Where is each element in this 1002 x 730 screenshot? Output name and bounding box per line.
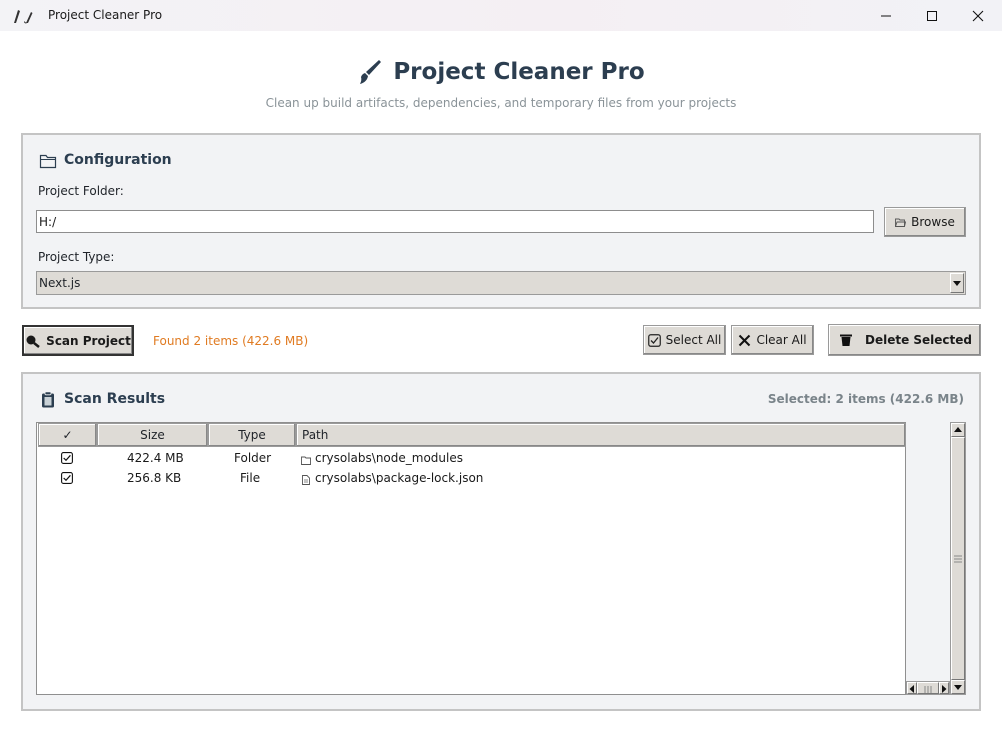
arrow-right-icon bbox=[942, 685, 947, 693]
minimize-button[interactable] bbox=[863, 0, 909, 31]
dropdown-arrow-button[interactable] bbox=[950, 273, 964, 293]
chevron-down-icon bbox=[953, 281, 961, 286]
project-type-value: Next.js bbox=[39, 276, 81, 290]
browse-label: Browse bbox=[911, 215, 955, 229]
scan-project-label: Scan Project bbox=[46, 333, 131, 348]
delete-selected-button[interactable]: Delete Selected bbox=[828, 324, 981, 356]
column-header-path[interactable]: Path bbox=[296, 423, 906, 447]
scan-status-text: Found 2 items (422.6 MB) bbox=[153, 334, 309, 348]
row-path: crysolabs\package-lock.json bbox=[315, 471, 484, 485]
scroll-right-button[interactable] bbox=[939, 682, 949, 694]
window-title: Project Cleaner Pro bbox=[48, 8, 163, 22]
file-icon bbox=[302, 475, 310, 485]
clipboard-icon bbox=[42, 391, 54, 408]
folder-icon bbox=[39, 154, 57, 169]
table-row[interactable]: 422.4 MB Folder crysolabs\node_modules bbox=[37, 449, 905, 469]
grip-icon bbox=[954, 555, 962, 563]
scan-project-button[interactable]: Scan Project bbox=[22, 325, 134, 356]
x-mark-icon bbox=[739, 334, 751, 346]
magnifier-icon bbox=[26, 335, 40, 348]
scroll-up-button[interactable] bbox=[951, 423, 965, 437]
delete-selected-label: Delete Selected bbox=[864, 333, 972, 347]
feather-brush-icon bbox=[14, 10, 33, 24]
checkbox-checked-icon[interactable] bbox=[61, 452, 73, 464]
row-size: 422.4 MB bbox=[127, 451, 184, 465]
results-table[interactable]: ✓ Size Type Path 422.4 MB Folder crysola… bbox=[36, 422, 906, 695]
minimize-icon bbox=[881, 15, 891, 16]
configuration-title: Configuration bbox=[64, 152, 172, 168]
selected-info-text: Selected: 2 items (422.6 MB) bbox=[767, 392, 964, 406]
arrow-up-icon bbox=[954, 427, 962, 432]
vertical-scrollbar[interactable] bbox=[950, 422, 966, 695]
column-header-check[interactable]: ✓ bbox=[38, 423, 97, 447]
scan-results-title: Scan Results bbox=[64, 391, 166, 407]
scroll-left-button[interactable] bbox=[907, 682, 917, 694]
select-all-label: Select All bbox=[665, 333, 722, 347]
table-row[interactable]: 256.8 KB File crysolabs\package-lock.jso… bbox=[37, 469, 905, 489]
trash-icon bbox=[840, 334, 852, 346]
project-type-label: Project Type: bbox=[38, 250, 115, 264]
project-folder-input[interactable]: H:/ bbox=[36, 210, 874, 233]
folder-icon bbox=[301, 456, 311, 465]
column-header-type[interactable]: Type bbox=[208, 423, 296, 447]
scroll-thumb[interactable] bbox=[951, 437, 965, 680]
row-path: crysolabs\node_modules bbox=[315, 451, 463, 465]
maximize-icon bbox=[927, 10, 937, 21]
checkbox-checked-icon[interactable] bbox=[61, 472, 73, 484]
horizontal-scrollbar[interactable] bbox=[906, 681, 950, 695]
clear-all-label: Clear All bbox=[756, 333, 807, 347]
project-type-select[interactable]: Next.js bbox=[36, 271, 966, 295]
checkbox-checked-icon bbox=[647, 333, 661, 347]
scroll-down-button[interactable] bbox=[951, 680, 965, 694]
row-type: File bbox=[240, 471, 261, 485]
row-type: Folder bbox=[234, 451, 272, 465]
maximize-button[interactable] bbox=[909, 0, 955, 31]
project-folder-label: Project Folder: bbox=[38, 184, 124, 198]
column-header-size[interactable]: Size bbox=[97, 423, 208, 447]
horizontal-scroll-thumb[interactable] bbox=[917, 682, 939, 694]
app-title: Project Cleaner Pro bbox=[393, 59, 645, 85]
grip-icon bbox=[924, 686, 932, 693]
browse-button[interactable]: Browse bbox=[884, 207, 966, 237]
row-size: 256.8 KB bbox=[127, 471, 182, 485]
paintbrush-icon bbox=[360, 60, 382, 84]
close-button[interactable] bbox=[955, 0, 1001, 31]
close-icon bbox=[972, 10, 984, 21]
folder-open-icon bbox=[895, 218, 907, 227]
title-bar: Project Cleaner Pro bbox=[0, 0, 1002, 31]
arrow-left-icon bbox=[909, 685, 914, 693]
app-subtitle: Clean up build artifacts, dependencies, … bbox=[265, 96, 737, 110]
select-all-button[interactable]: Select All bbox=[643, 325, 726, 355]
clear-all-button[interactable]: Clear All bbox=[731, 325, 814, 355]
app-header: Project Cleaner Pro bbox=[0, 56, 1002, 88]
arrow-down-icon bbox=[954, 685, 962, 690]
